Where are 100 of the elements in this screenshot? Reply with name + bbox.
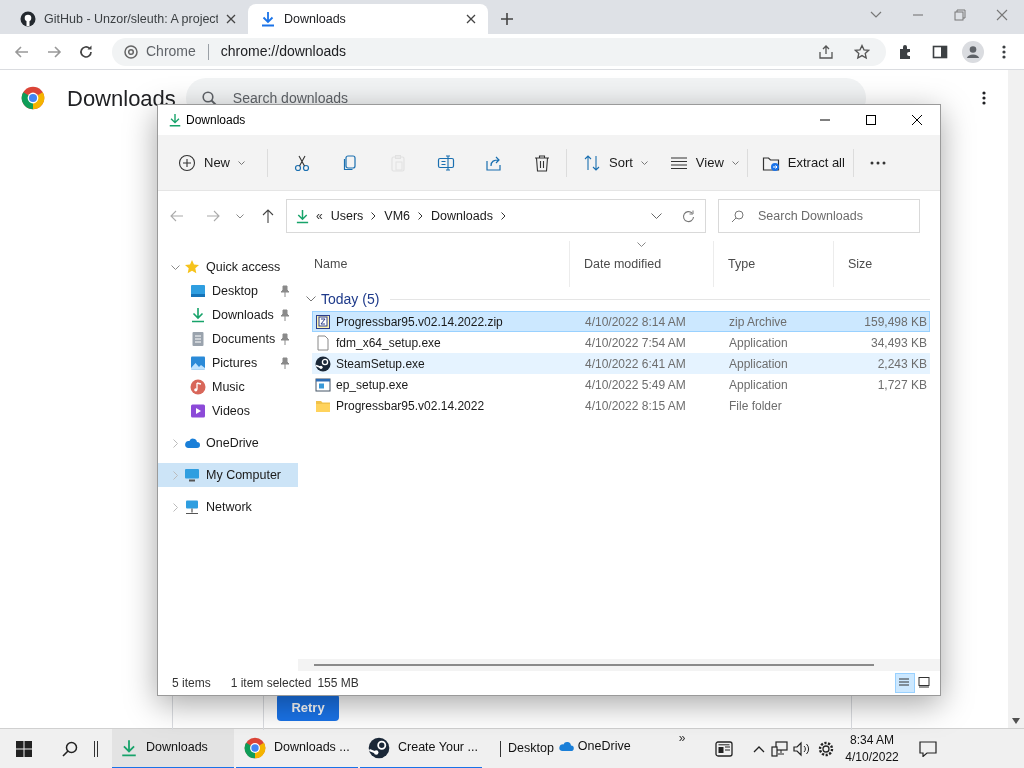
address-bar[interactable]: « Users VM6 Downloads <box>286 199 706 233</box>
download-icon <box>295 208 310 224</box>
date-cell-text: 4/10/2022 6:41 AM <box>584 355 687 373</box>
size-cell-text: 34,493 KB <box>869 334 928 352</box>
type-cell-text: Application <box>728 334 789 352</box>
column-header[interactable]: Name <box>300 241 570 287</box>
sidebar-item[interactable]: OneDrive <box>158 431 298 455</box>
up-icon[interactable] <box>262 209 274 223</box>
browser-tab[interactable]: Downloads <box>248 4 488 34</box>
back-icon[interactable] <box>14 43 30 60</box>
sort-button[interactable]: Sort <box>575 144 656 181</box>
profile-avatar-icon[interactable] <box>962 40 984 63</box>
file-row[interactable]: Progressbar95.v02.14.2022 4/10/2022 8:15 AM File folder <box>312 395 930 416</box>
column-header[interactable]: Type <box>714 241 834 287</box>
address-bar[interactable]: Chrome chrome://downloads <box>112 37 886 66</box>
new-tab-icon[interactable] <box>500 12 514 26</box>
type-cell-text: zip Archive <box>728 313 789 331</box>
clock[interactable]: 8:34 AM 4/10/2022 <box>841 731 903 766</box>
date-cell-text: 4/10/2022 8:14 AM <box>584 313 687 331</box>
toolbar-link[interactable]: Desktop <box>508 739 554 758</box>
bookmark-star-icon[interactable] <box>854 43 870 60</box>
dropdown-caret-icon[interactable] <box>651 213 662 219</box>
close-icon[interactable] <box>226 14 236 24</box>
breadcrumb-item[interactable]: Downloads <box>431 206 493 226</box>
copy-icon <box>341 153 359 172</box>
item-count: 5 items <box>172 675 211 692</box>
breadcrumb-item[interactable]: Users <box>330 206 364 226</box>
type-cell-text: Application <box>728 355 789 373</box>
horizontal-scrollbar[interactable] <box>298 659 940 671</box>
chevron-up-icon[interactable] <box>753 744 766 753</box>
size-cell-text: 2,243 KB <box>876 355 928 373</box>
column-header[interactable]: Size <box>834 241 916 287</box>
sidebar-item[interactable]: Pictures <box>158 351 298 375</box>
chevron-right-icon <box>371 212 377 220</box>
side-panel-icon[interactable] <box>932 43 948 60</box>
settings-icon[interactable] <box>817 739 836 758</box>
recent-caret-icon[interactable] <box>236 213 244 219</box>
search-icon <box>201 90 217 106</box>
sidebar-item[interactable]: Downloads <box>158 303 298 327</box>
sidebar-item[interactable]: Videos <box>158 399 298 423</box>
reload-icon[interactable] <box>78 43 94 60</box>
type-cell-text: File folder <box>728 397 783 415</box>
sort-icon <box>583 153 601 172</box>
taskbar-button[interactable]: Create Your ... <box>360 728 482 768</box>
sidebar-item[interactable]: My Computer <box>158 463 298 487</box>
caret-icon <box>238 160 245 165</box>
date-cell-text: 4/10/2022 8:15 AM <box>584 397 687 415</box>
notification-icon[interactable] <box>918 740 937 757</box>
taskbar-button[interactable]: Downloads <box>112 728 234 768</box>
steam-logo-icon <box>315 355 331 372</box>
scrollbar[interactable] <box>1008 70 1024 728</box>
breadcrumb-item[interactable]: VM6 <box>384 206 411 226</box>
extract-button[interactable]: Extract all <box>753 144 853 181</box>
taskbar-button[interactable]: Downloads ... <box>236 728 358 768</box>
retry-button[interactable]: Retry <box>277 694 339 721</box>
view-button[interactable]: View <box>661 144 747 181</box>
kebab-menu-icon[interactable] <box>981 90 986 106</box>
sort-caret-icon <box>637 242 646 247</box>
sidebar-item[interactable]: Desktop <box>158 279 298 303</box>
music-icon <box>190 379 206 395</box>
network-icon[interactable] <box>771 740 790 757</box>
toolbar-link[interactable]: OneDrive <box>557 737 631 756</box>
refresh-icon[interactable] <box>682 209 695 223</box>
file-row[interactable]: Progressbar95.v02.14.2022.zip 4/10/2022 8:14 AM zip Archive 159,498 KB <box>312 311 930 332</box>
search-field[interactable]: Search Downloads <box>718 199 920 233</box>
file-name: ep_setup.exe <box>336 376 409 394</box>
close-icon[interactable] <box>466 14 476 24</box>
search-placeholder: Search downloads <box>232 88 349 108</box>
star-icon <box>184 259 200 275</box>
forward-icon[interactable] <box>46 43 62 60</box>
chevron-right-icon <box>418 212 424 220</box>
file-row[interactable]: ep_setup.exe 4/10/2022 5:49 AM Application 1,727 KB <box>312 374 930 395</box>
kebab-menu-icon[interactable] <box>1002 43 1006 60</box>
search-icon <box>731 209 744 223</box>
sidebar-item[interactable]: Music <box>158 375 298 399</box>
computer-icon <box>184 467 200 483</box>
group-header[interactable]: Today (5) <box>300 287 930 311</box>
chevron-down-icon[interactable] <box>870 11 882 19</box>
new-button[interactable]: New <box>170 144 253 181</box>
sidebar-item[interactable]: Documents <box>158 327 298 351</box>
file-name: SteamSetup.exe <box>336 355 425 373</box>
sidebar-item[interactable]: Network <box>158 495 298 519</box>
breadcrumb-overflow[interactable]: « <box>316 207 323 225</box>
search-icon[interactable] <box>62 740 78 757</box>
application-icon <box>315 376 331 393</box>
desktop-icon <box>190 283 206 299</box>
video-icon <box>190 403 206 419</box>
sidebar-item[interactable]: Quick access <box>158 255 298 279</box>
file-name: Progressbar95.v02.14.2022 <box>336 397 485 415</box>
share-icon[interactable] <box>818 43 834 60</box>
document-icon <box>190 331 206 347</box>
file-row[interactable]: fdm_x64_setup.exe 4/10/2022 7:54 AM Application 34,493 KB <box>312 332 930 353</box>
news-widget-icon[interactable] <box>715 740 734 757</box>
column-header[interactable]: Date modified <box>570 241 714 287</box>
windows-start-icon[interactable] <box>16 740 32 757</box>
download-icon <box>190 307 206 323</box>
file-row[interactable]: SteamSetup.exe 4/10/2022 6:41 AM Application 2,243 KB <box>312 353 930 374</box>
overflow-chevron[interactable]: » <box>678 729 686 747</box>
file-name: Progressbar95.v02.14.2022.zip <box>336 313 503 331</box>
speaker-icon[interactable] <box>793 740 812 757</box>
